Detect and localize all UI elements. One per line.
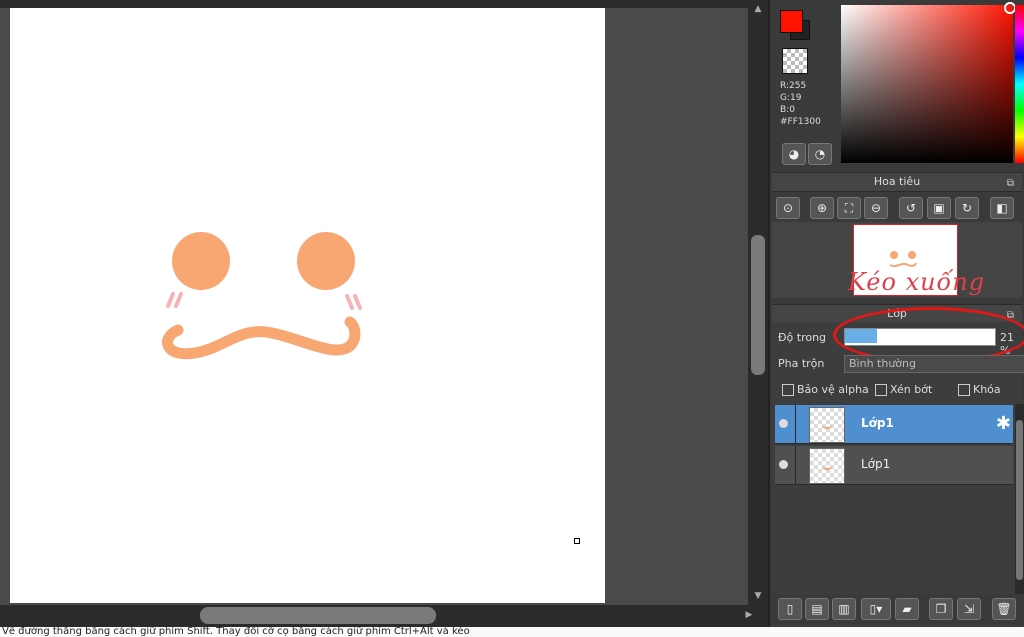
duplicate-icon[interactable]: ❐ [929, 598, 953, 620]
canvas-drawing [162, 232, 362, 360]
rotate-left-icon[interactable]: ↺ [899, 197, 923, 219]
left-blush-2 [174, 292, 183, 308]
zoom-actual-icon[interactable]: ⊙ [776, 197, 800, 219]
scroll-down-icon[interactable]: ▼ [751, 591, 765, 601]
cursor-indicator [574, 538, 580, 544]
gear-icon[interactable]: ✱ [996, 413, 1011, 434]
layer-name: Lớp1 [861, 457, 891, 471]
lock-label: Khóa [973, 383, 1001, 396]
delete-icon[interactable]: 🗑 [992, 598, 1016, 620]
eyedropper-palette-icon[interactable]: ◔ [808, 143, 832, 165]
new-layer-icon[interactable]: ▯ [778, 598, 802, 620]
fit-icon[interactable]: ⛶ [837, 197, 861, 219]
mustache-mouth [162, 316, 361, 360]
color-g-value: G:19 [780, 93, 802, 103]
handwritten-annotation: Kéo xuống [848, 268, 986, 296]
zoom-in-icon[interactable]: ⊕ [810, 197, 834, 219]
clipping-label: Xén bớt [890, 383, 933, 396]
palette-icon[interactable]: ◕ [782, 143, 806, 165]
right-blush-1 [345, 294, 354, 310]
color-hex-value: #FF1300 [780, 117, 821, 127]
opacity-label: Độ trong [778, 331, 827, 344]
foreground-color-swatch[interactable] [780, 10, 803, 33]
color-picker-square[interactable] [841, 5, 1013, 163]
fullscreen-icon[interactable]: ▣ [927, 197, 951, 219]
rotate-right-icon[interactable]: ↻ [955, 197, 979, 219]
lock-checkbox[interactable] [958, 384, 970, 396]
layer-thumbnail [809, 448, 845, 484]
protect-alpha-checkbox[interactable] [782, 384, 794, 396]
visibility-eye-icon[interactable] [779, 460, 788, 469]
navigator-title: Hoa tiêu [873, 175, 921, 188]
protect-alpha-label: Bảo vệ alpha [797, 383, 869, 396]
canvas-horizontal-scroll-thumb[interactable] [200, 607, 436, 624]
right-blush-2 [353, 294, 362, 310]
scroll-up-icon[interactable]: ▲ [751, 4, 765, 14]
layer-row[interactable]: Lớp1 ✱ [775, 405, 1013, 444]
merge-icon[interactable]: ⇲ [957, 598, 981, 620]
visibility-eye-icon[interactable] [779, 419, 788, 428]
zoom-out-icon[interactable]: ⊖ [864, 197, 888, 219]
blend-label: Pha trộn [778, 357, 825, 370]
canvas-vertical-scroll-thumb[interactable] [751, 235, 765, 375]
status-bar: Vẽ đường thẳng bằng cách giữ phím Shift.… [0, 627, 1024, 637]
left-eye [172, 232, 230, 290]
top-strip [0, 0, 770, 8]
new-layer-1bit-icon[interactable]: ▥ [832, 598, 856, 620]
flip-icon[interactable]: ◧ [990, 197, 1014, 219]
layers-scroll-thumb[interactable] [1016, 420, 1023, 580]
layer-divider [795, 405, 796, 443]
layer-thumbnail [809, 407, 845, 443]
left-blush-1 [166, 292, 175, 308]
hue-slider[interactable] [1015, 5, 1024, 163]
transparent-color-swatch[interactable] [782, 48, 808, 74]
popout-icon[interactable]: ⧉ [1007, 175, 1014, 193]
layer-divider [795, 446, 796, 484]
color-b-value: B:0 [780, 105, 795, 115]
blend-mode-select[interactable]: Bình thường [844, 355, 1024, 373]
color-r-value: R:255 [780, 81, 807, 91]
right-eye [297, 232, 355, 290]
layer-name: Lớp1 [861, 416, 894, 430]
new-layer-alt-icon[interactable]: ▤ [805, 598, 829, 620]
scroll-right-icon[interactable]: ▶ [742, 610, 756, 620]
layer-row[interactable]: Lớp1 [775, 446, 1013, 485]
clipping-checkbox[interactable] [875, 384, 887, 396]
navigator-panel-title: Hoa tiêu ⧉ [772, 172, 1022, 192]
add-layer-dropdown-icon[interactable]: ▯▾ [861, 598, 891, 620]
folder-icon[interactable]: ▰ [895, 598, 919, 620]
